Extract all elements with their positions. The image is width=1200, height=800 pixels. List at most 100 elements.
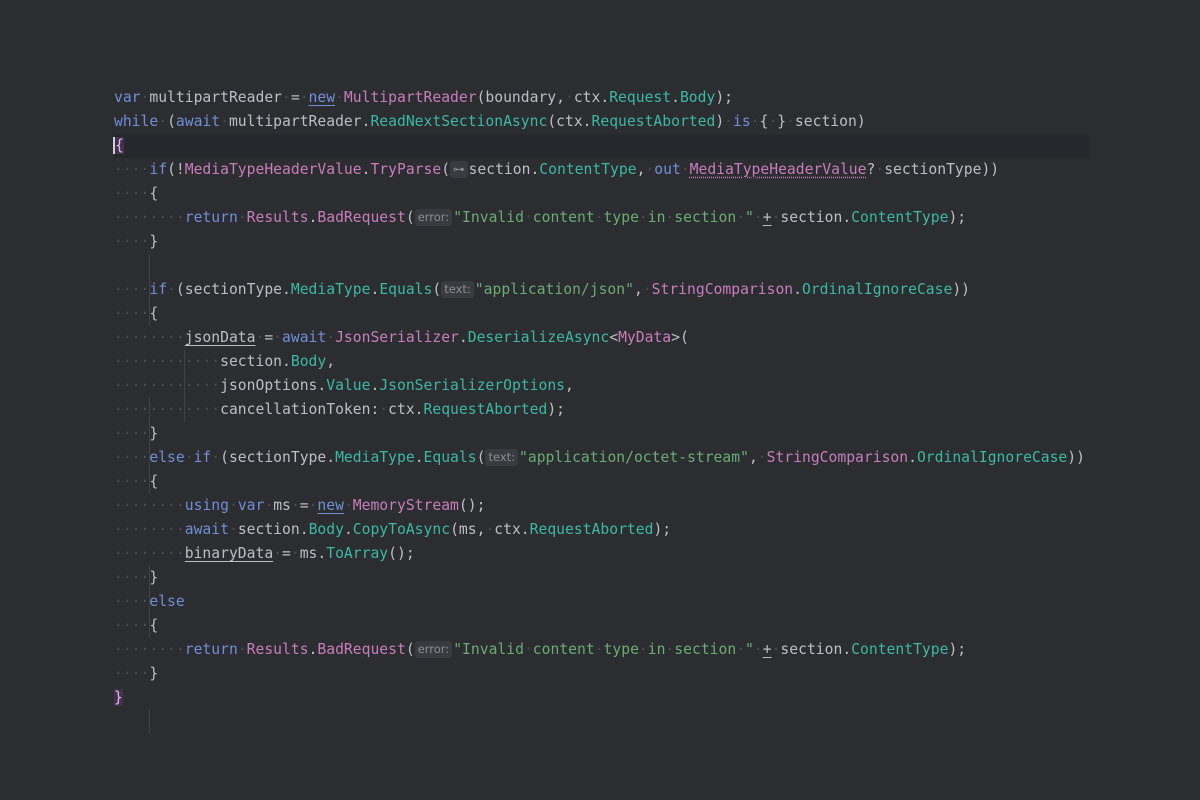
code-token: { — [149, 305, 159, 322]
code-token: new — [317, 497, 344, 514]
code-line[interactable]: var·multipartReader·=·new·MultipartReade… — [114, 86, 1114, 110]
whitespace-marker: · — [273, 329, 283, 346]
whitespace-marker: ············ — [114, 401, 221, 418]
code-lines: var·multipartReader·=·new·MultipartReade… — [113, 86, 1114, 710]
code-line[interactable] — [114, 254, 1114, 278]
code-token: MediaTypeHeaderValue — [184, 161, 362, 178]
code-token: . — [671, 89, 680, 106]
code-line[interactable]: ········binaryData·=·ms.ToArray(); — [114, 542, 1114, 566]
code-token: jsonOptions. — [220, 377, 327, 394]
code-token: (sectionType. — [220, 449, 336, 466]
whitespace-marker: ············ — [114, 377, 221, 394]
code-token: content — [532, 641, 595, 658]
whitespace-marker: · — [290, 497, 300, 514]
code-line[interactable]: ····} — [114, 662, 1114, 686]
code-token: ContentType — [851, 641, 949, 658]
code-token: ( — [405, 209, 415, 226]
code-line[interactable]: while·(await·multipartReader.ReadNextSec… — [114, 110, 1114, 134]
code-line[interactable]: ········await·section.Body.CopyToAsync(m… — [114, 518, 1114, 542]
code-line[interactable]: ····{ — [114, 302, 1114, 326]
code-line[interactable]: ············section.Body, — [114, 350, 1114, 374]
code-line[interactable]: ····else·if·(sectionType.MediaType.Equal… — [114, 446, 1114, 470]
code-token: . — [414, 449, 424, 466]
code-token: cancellationToken: — [220, 401, 380, 418]
whitespace-marker: · — [638, 641, 648, 658]
code-token: type — [603, 641, 639, 658]
code-token: ctx. — [388, 401, 424, 418]
code-token: (ctx. — [547, 113, 592, 130]
code-token: RequestAborted — [529, 521, 654, 538]
code-token: multipartReader. — [228, 113, 371, 130]
code-line[interactable]: ····} — [114, 422, 1114, 446]
code-token: if — [149, 161, 168, 178]
whitespace-marker: · — [638, 209, 648, 226]
code-token: section. — [780, 641, 852, 658]
code-line[interactable]: } — [114, 686, 1114, 710]
code-token: CopyToAsync — [352, 521, 451, 538]
code-token: section. — [780, 209, 852, 226]
code-token: is — [733, 113, 751, 130]
code-line[interactable]: { — [113, 134, 1089, 158]
code-token: RequestAborted — [591, 113, 716, 130]
code-token: sectionType)) — [884, 161, 1000, 178]
code-token: Body — [290, 353, 327, 370]
whitespace-marker: · — [523, 641, 533, 658]
code-token: . — [343, 521, 353, 538]
code-token: (ms, — [450, 521, 486, 538]
code-token: OrdinalIgnoreCase — [801, 281, 953, 298]
code-token: } — [149, 569, 159, 586]
code-token: ); — [948, 209, 967, 226]
whitespace-marker: · — [264, 497, 274, 514]
code-line[interactable]: ····{ — [114, 470, 1114, 494]
whitespace-marker: ···· — [114, 473, 150, 490]
code-line[interactable]: ····else — [114, 590, 1114, 614]
code-token: while — [114, 113, 159, 130]
code-token: Equals — [423, 449, 477, 466]
code-line[interactable]: ····if·(sectionType.MediaType.Equals(tex… — [114, 278, 1114, 302]
code-token: content — [532, 209, 595, 226]
code-token: (! — [167, 161, 185, 178]
whitespace-marker: · — [736, 209, 746, 226]
code-token: StringComparison — [651, 281, 794, 298]
code-token: MemoryStream — [352, 497, 459, 514]
code-line[interactable]: ········jsonData·=·await·JsonSerializer.… — [114, 326, 1114, 350]
code-token: , — [748, 449, 758, 466]
code-token: ( — [167, 113, 176, 130]
whitespace-marker: · — [665, 641, 675, 658]
whitespace-marker: ········ — [114, 521, 185, 538]
whitespace-marker: ········ — [114, 329, 185, 346]
code-token: ( — [405, 641, 415, 658]
code-token: Equals — [379, 281, 433, 298]
code-line[interactable]: ····if(!MediaTypeHeaderValue.TryParse(⊶ s… — [114, 158, 1114, 182]
code-token: ) — [715, 113, 725, 130]
code-line[interactable]: ····} — [114, 566, 1114, 590]
code-line[interactable]: ········return·Results.BadRequest(error:… — [114, 206, 1114, 230]
whitespace-marker: ···· — [114, 161, 150, 178]
code-editor[interactable]: var·multipartReader·=·new·MultipartReade… — [113, 86, 1114, 734]
whitespace-marker: · — [753, 209, 763, 226]
code-token: if — [149, 281, 168, 298]
code-line[interactable]: ············cancellationToken:·ctx.Reque… — [114, 398, 1114, 422]
whitespace-marker: · — [594, 209, 604, 226]
code-line[interactable]: ····} — [114, 230, 1114, 254]
code-token: ); — [653, 521, 672, 538]
code-token: { — [149, 473, 159, 490]
whitespace-marker: · — [167, 281, 176, 298]
code-token: Body — [679, 89, 716, 106]
whitespace-marker: ···· — [114, 281, 150, 298]
code-token: Results — [246, 641, 309, 658]
whitespace-marker: ···· — [114, 233, 150, 250]
whitespace-marker: · — [724, 113, 734, 130]
parameter-hint: error: — [414, 641, 453, 658]
whitespace-marker: · — [523, 209, 533, 226]
code-line[interactable]: ········return·Results.BadRequest(error:… — [114, 638, 1114, 662]
code-token: ContentType — [539, 161, 637, 178]
code-line[interactable]: ············jsonOptions.Value.JsonSerial… — [114, 374, 1114, 398]
code-token: ); — [948, 641, 967, 658]
code-token: var — [114, 89, 141, 106]
whitespace-marker: · — [282, 89, 291, 106]
whitespace-marker: · — [220, 113, 229, 130]
code-line[interactable]: ········using·var·ms·=·new·MemoryStream(… — [114, 494, 1114, 518]
code-line[interactable]: ····{ — [114, 182, 1114, 206]
code-line[interactable]: ····{ — [114, 614, 1114, 638]
